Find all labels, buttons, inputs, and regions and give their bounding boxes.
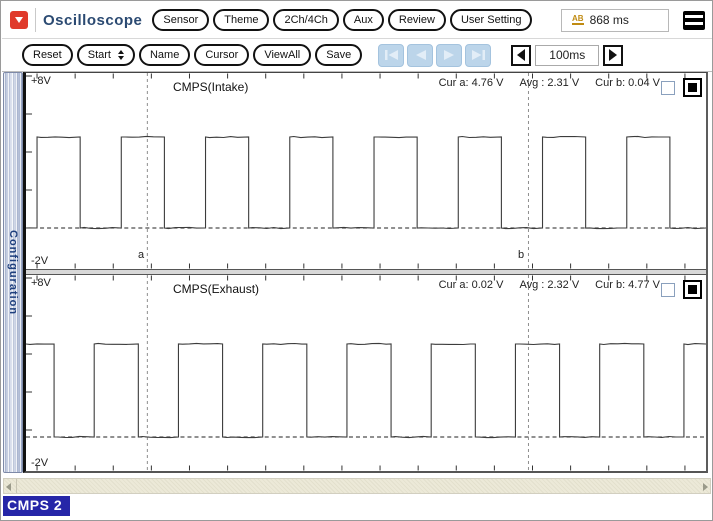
skip-end-button[interactable] xyxy=(465,43,492,67)
skip-start-icon xyxy=(384,50,398,60)
channel-mode-button[interactable]: 2Ch/4Ch xyxy=(273,9,339,31)
cursor-a-label[interactable]: a xyxy=(138,249,144,261)
measurements: Cur a: 0.02 V Avg : 2.32 V Cur b: 4.77 V xyxy=(439,279,660,291)
channel-panel-intake: +8V -2V CMPS(Intake) Cur a: 4.76 V Avg :… xyxy=(26,73,706,269)
horizontal-scrollbar[interactable] xyxy=(3,478,711,494)
scroll-left-icon[interactable] xyxy=(6,483,11,491)
channel-checkbox[interactable] xyxy=(661,282,675,297)
right-triangle-icon xyxy=(609,49,618,61)
waveform-plot-0[interactable] xyxy=(26,73,706,269)
skip-end-icon xyxy=(471,50,485,60)
ab-cursor-icon: AB xyxy=(572,14,584,25)
top-volt-label: +8V xyxy=(31,75,51,87)
bottom-volt-label: -2V xyxy=(31,457,49,469)
menu-icon[interactable] xyxy=(683,10,705,30)
time-measure-value: 868 ms xyxy=(589,13,629,27)
save-button[interactable]: Save xyxy=(315,44,363,66)
user-setting-button[interactable]: User Setting xyxy=(449,9,533,31)
name-button[interactable]: Name xyxy=(138,44,191,66)
channel-panel-exhaust: +8V -2V CMPS(Exhaust) Cur a: 0.02 V Avg … xyxy=(26,275,706,471)
toolbar: Reset Start Name Cursor ViewAll Save 100… xyxy=(2,39,712,72)
down-triangle-icon xyxy=(15,17,23,23)
scroll-right-icon[interactable] xyxy=(703,483,708,491)
app-logo-icon[interactable] xyxy=(10,11,28,29)
theme-button[interactable]: Theme xyxy=(213,9,270,31)
channel-badge: CMPS 2 xyxy=(3,496,71,516)
start-button[interactable]: Start xyxy=(76,44,135,66)
cursor-a-value: Cur a: 0.02 V xyxy=(438,279,504,291)
step-forward-icon xyxy=(443,50,454,60)
skip-start-button[interactable] xyxy=(378,43,405,67)
cursor-button[interactable]: Cursor xyxy=(194,44,250,66)
playback-controls xyxy=(378,43,492,67)
aux-button[interactable]: Aux xyxy=(342,9,384,31)
divider xyxy=(35,8,36,32)
plot-area: +8V -2V CMPS(Intake) Cur a: 4.76 V Avg :… xyxy=(23,72,708,473)
avg-value: Avg : 2.31 V xyxy=(519,77,580,89)
review-button[interactable]: Review xyxy=(387,9,446,31)
timebase-controls: 100ms xyxy=(511,44,624,66)
avg-value: Avg : 2.32 V xyxy=(519,279,580,291)
channel-title: CMPS(Intake) xyxy=(173,80,249,94)
timebase-value[interactable]: 100ms xyxy=(535,44,600,66)
step-back-icon xyxy=(415,50,426,60)
timebase-prev-button[interactable] xyxy=(511,44,532,66)
reset-button[interactable]: Reset xyxy=(22,44,73,66)
top-volt-label: +8V xyxy=(31,277,51,289)
measurements: Cur a: 4.76 V Avg : 2.31 V Cur b: 0.04 V xyxy=(439,77,660,89)
channel-color-swatch[interactable] xyxy=(683,280,702,299)
sensor-button[interactable]: Sensor xyxy=(152,9,210,31)
configuration-tab[interactable]: Configuration xyxy=(3,72,23,473)
header-bar: Oscilloscope Sensor Theme 2Ch/4Ch Aux Re… xyxy=(2,2,712,39)
cursor-b-label[interactable]: b xyxy=(518,249,524,261)
timebase-next-button[interactable] xyxy=(603,44,624,66)
cursor-b-value: Cur b: 0.04 V xyxy=(595,77,660,89)
spinner-icon xyxy=(117,50,124,60)
channel-title: CMPS(Exhaust) xyxy=(173,282,260,296)
time-measure-display: AB 868 ms xyxy=(561,8,669,32)
bottom-volt-label: -2V xyxy=(31,255,49,267)
configuration-tab-label: Configuration xyxy=(7,229,19,316)
viewall-button[interactable]: ViewAll xyxy=(253,44,312,66)
waveform-plot-1[interactable] xyxy=(26,275,706,471)
app-title: Oscilloscope xyxy=(43,11,143,29)
step-back-button[interactable] xyxy=(407,43,434,67)
channel-checkbox[interactable] xyxy=(661,80,675,95)
cursor-a-value: Cur a: 4.76 V xyxy=(438,77,504,89)
channel-color-swatch[interactable] xyxy=(683,78,702,97)
step-forward-button[interactable] xyxy=(436,43,463,67)
cursor-b-value: Cur b: 4.77 V xyxy=(595,279,660,291)
oscilloscope-window: Oscilloscope Sensor Theme 2Ch/4Ch Aux Re… xyxy=(0,0,713,521)
left-triangle-icon xyxy=(517,49,526,61)
